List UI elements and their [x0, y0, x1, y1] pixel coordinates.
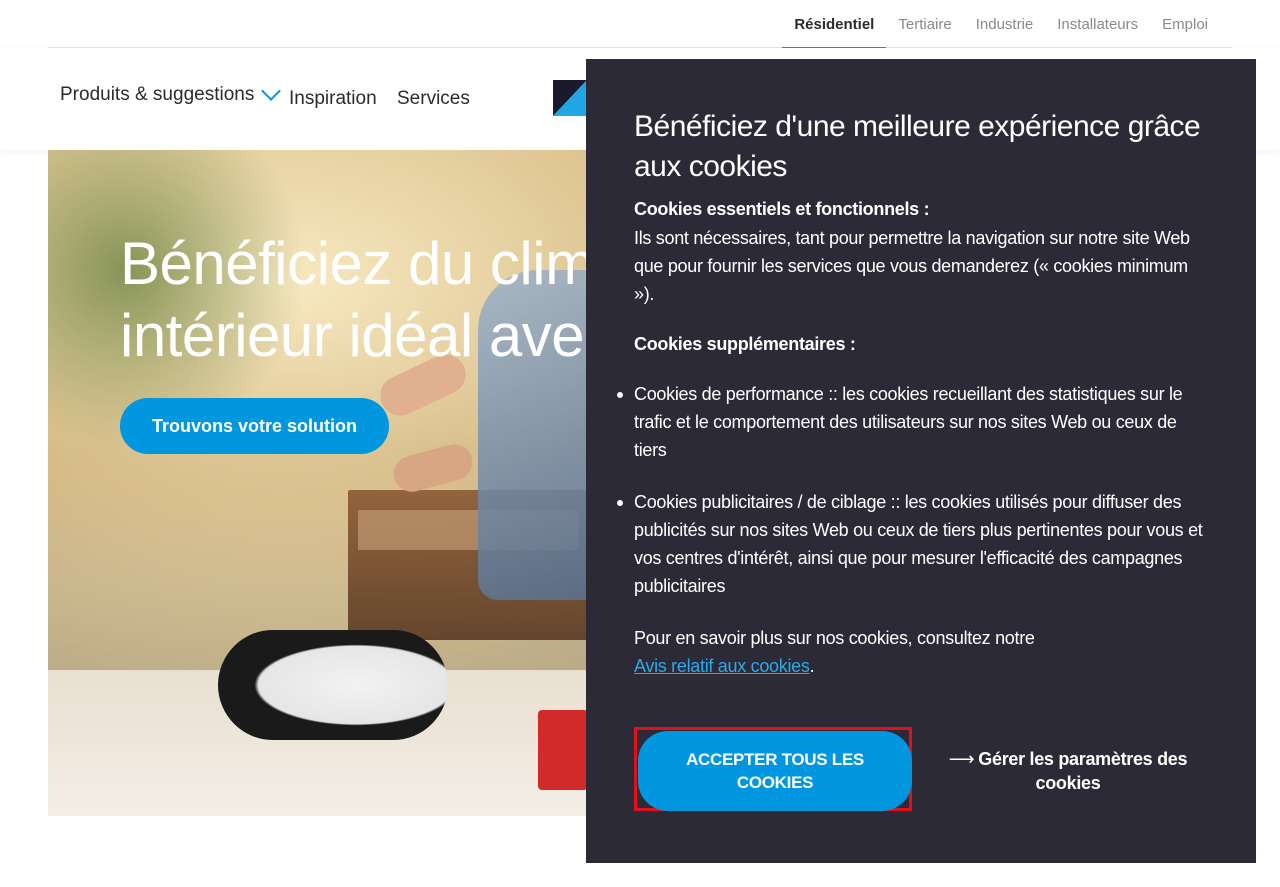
nav-item-services[interactable]: Services — [397, 88, 470, 110]
essential-cookies-text: Ils sont nécessaires, tant pour permettr… — [634, 228, 1190, 304]
nav-item-products[interactable]: Produits & suggestions — [60, 81, 282, 106]
manage-cookie-settings-link[interactable]: ⟶ Gérer les paramètres des cookies — [948, 747, 1188, 795]
segment-link-industrie[interactable]: Industrie — [964, 0, 1046, 33]
nav-item-products-label: Produits & suggestions — [60, 84, 255, 105]
hero-photo-foot — [389, 440, 477, 496]
top-utility-bar: Résidentiel Tertiaire Industrie Installa… — [48, 0, 1232, 49]
hero-heading-line1: Bénéficiez du climat — [120, 230, 644, 297]
manage-cookie-settings-label: Gérer les paramètres des cookies — [978, 749, 1188, 793]
arrow-right-icon: ⟶ — [948, 749, 975, 769]
cookie-dialog-title: Bénéficiez d'une meilleure expérience gr… — [634, 110, 1201, 183]
segment-link-residentiel[interactable]: Résidentiel — [782, 0, 887, 49]
hero-photo-panda-toy — [218, 630, 448, 740]
essential-cookies-heading: Cookies essentiels et fonctionnels : — [634, 199, 930, 219]
segment-link-installateurs[interactable]: Installateurs — [1045, 0, 1150, 33]
segment-links: Résidentiel Tertiaire Industrie Installa… — [782, 0, 1220, 49]
list-item-advertising-cookies: Cookies publicitaires / de ciblage :: le… — [617, 488, 1209, 600]
cookie-types-list: Cookies de performance :: les cookies re… — [617, 380, 1209, 600]
nav-item-inspiration[interactable]: Inspiration — [289, 88, 377, 110]
segment-link-emploi[interactable]: Emploi — [1150, 0, 1220, 33]
list-item-performance-cookies: Cookies de performance :: les cookies re… — [617, 380, 1209, 464]
segment-link-tertiaire[interactable]: Tertiaire — [886, 0, 963, 33]
brand-logo-accent-icon — [553, 80, 587, 116]
cookie-consent-dialog: Bénéficiez d'une meilleure expérience gr… — [586, 59, 1256, 863]
accept-all-cookies-button[interactable]: ACCEPTER TOUS LES COOKIES — [638, 731, 912, 811]
chevron-down-icon — [261, 81, 282, 101]
more-info-text: Pour en savoir plus sur nos cookies, con… — [634, 628, 1035, 648]
cookie-notice-link[interactable]: Avis relatif aux cookies — [634, 656, 810, 676]
notice-period: . — [809, 656, 815, 676]
additional-cookies-heading: Cookies supplémentaires : — [634, 334, 856, 354]
cookie-notice-paragraph: Pour en savoir plus sur nos cookies, con… — [634, 624, 1209, 680]
find-solution-button[interactable]: Trouvons votre solution — [120, 398, 390, 454]
hero-photo-toy-truck — [538, 710, 588, 790]
